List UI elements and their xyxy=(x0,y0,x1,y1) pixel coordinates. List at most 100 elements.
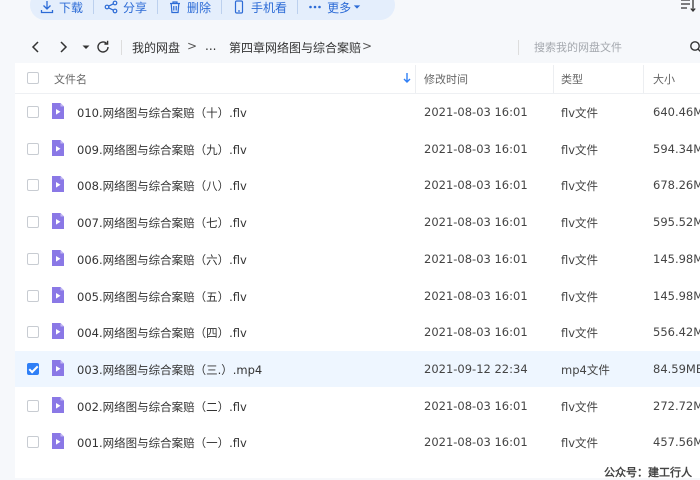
breadcrumb-current[interactable]: 第四章网络图与综合案赔 xyxy=(229,39,361,56)
video-file-icon xyxy=(52,139,64,156)
sort-descending-icon[interactable] xyxy=(402,72,412,84)
modified-time: 2021-08-03 16:01 xyxy=(424,251,528,266)
file-size: 272.72M xyxy=(653,398,700,413)
table-row[interactable]: 008.网络图与综合案赔（八）.flv 2021-08-03 16:01 flv文件… xyxy=(15,167,700,203)
row-checkbox[interactable] xyxy=(27,362,39,375)
column-header-modified[interactable]: 修改时间 xyxy=(424,71,468,87)
row-checkbox[interactable] xyxy=(27,289,39,302)
download-icon xyxy=(40,1,54,14)
video-file-icon xyxy=(52,103,64,119)
file-size: 457.56M xyxy=(653,435,700,450)
more-label: 更多 xyxy=(327,0,352,15)
modified-time: 2021-09-12 22:34 xyxy=(424,361,528,376)
file-name[interactable]: 008.网络图与综合案赔（八）.flv xyxy=(77,178,247,194)
file-size: 145.98M xyxy=(653,288,700,303)
column-header-name[interactable]: 文件名 xyxy=(54,71,87,87)
table-row[interactable]: 009.网络图与综合案赔（九）.flv 2021-08-03 16:01 flv文件… xyxy=(15,131,700,167)
file-size: 678.26M xyxy=(653,178,700,193)
row-checkbox[interactable] xyxy=(27,252,39,265)
back-icon[interactable] xyxy=(28,39,44,55)
modified-time: 2021-08-03 16:01 xyxy=(424,288,528,303)
share-button[interactable]: 分享 xyxy=(94,0,157,18)
phone-icon xyxy=(234,0,244,14)
file-name[interactable]: 001.网络图与综合案赔（一）.flv xyxy=(77,435,247,451)
row-checkbox[interactable] xyxy=(27,326,39,339)
modified-time: 2021-08-03 16:01 xyxy=(424,325,528,340)
file-type: flv文件 xyxy=(561,106,599,120)
modified-time: 2021-08-03 16:01 xyxy=(424,435,528,450)
nav-divider xyxy=(121,40,122,55)
table-row[interactable]: 002.网络图与综合案赔（二）.flv 2021-08-03 16:01 flv文件… xyxy=(15,388,700,424)
file-type: flv文件 xyxy=(561,436,599,451)
top-toolbar: 下载 分享 删除 手机看 更多 xyxy=(0,0,700,24)
breadcrumb-ellipsis[interactable]: ... xyxy=(205,39,216,53)
search-divider xyxy=(518,40,519,55)
modified-time: 2021-08-03 16:01 xyxy=(424,141,528,156)
table-row[interactable]: 007.网络图与综合案赔（七）.flv 2021-08-03 16:01 flv文件… xyxy=(15,204,700,240)
file-size: 556.42M xyxy=(653,325,700,340)
row-checkbox[interactable] xyxy=(27,106,39,118)
history-dropdown-icon[interactable] xyxy=(78,39,94,55)
video-file-icon xyxy=(52,176,64,193)
file-name[interactable]: 004.网络图与综合案赔（四）.flv xyxy=(77,325,247,341)
table-row[interactable]: 001.网络图与综合案赔（一）.flv 2021-08-03 16:01 flv文件… xyxy=(15,424,700,460)
refresh-icon[interactable] xyxy=(95,39,111,55)
file-size: 145.98M xyxy=(653,251,700,266)
row-checkbox[interactable] xyxy=(27,142,39,155)
table-row[interactable]: 003.网络图与综合案赔（三.）.mp4 2021-09-12 22:34 mp4文… xyxy=(15,350,700,387)
select-all-checkbox[interactable] xyxy=(27,72,39,84)
forward-icon[interactable] xyxy=(55,39,71,55)
row-checkbox[interactable] xyxy=(27,179,39,192)
breadcrumb-root[interactable]: 我的网盘 xyxy=(132,39,180,56)
row-checkbox[interactable] xyxy=(27,216,39,229)
modified-time: 2021-08-03 16:01 xyxy=(424,178,528,193)
file-name[interactable]: 005.网络图与综合案赔（五）.flv xyxy=(77,289,247,305)
table-row[interactable]: 004.网络图与综合案赔（四）.flv 2021-08-03 16:01 flv文件… xyxy=(15,314,700,350)
file-size: 594.34M xyxy=(653,141,700,156)
file-name[interactable]: 003.网络图与综合案赔（三.）.mp4 xyxy=(77,362,262,378)
file-name[interactable]: 006.网络图与综合案赔（六）.flv xyxy=(77,252,247,268)
column-divider[interactable] xyxy=(643,65,644,93)
table-row[interactable]: 005.网络图与综合案赔（五）.flv 2021-08-03 16:01 flv文件… xyxy=(15,278,700,314)
column-header-type[interactable]: 类型 xyxy=(561,71,583,87)
view-on-phone-button[interactable]: 手机看 xyxy=(222,0,297,18)
navigation-bar: 我的网盘 > ... 第四章网络图与综合案赔 > xyxy=(0,32,700,62)
breadcrumb-separator: > xyxy=(362,39,373,53)
column-divider[interactable] xyxy=(415,65,416,93)
file-name[interactable]: 002.网络图与综合案赔（二）.flv xyxy=(77,399,247,415)
delete-button[interactable]: 删除 xyxy=(158,0,221,18)
file-type: flv文件 xyxy=(561,142,599,157)
video-file-icon xyxy=(52,286,64,303)
search-icon[interactable] xyxy=(689,40,700,54)
column-header-size[interactable]: 大小 xyxy=(653,71,675,87)
file-type: flv文件 xyxy=(561,399,599,414)
table-row[interactable]: 010.网络图与综合案赔（十）.flv 2021-08-03 16:01 flv文件… xyxy=(15,94,700,130)
row-checkbox[interactable] xyxy=(27,399,39,412)
file-name[interactable]: 009.网络图与综合案赔（九）.flv xyxy=(77,142,247,158)
file-type: flv文件 xyxy=(561,289,599,304)
table-row[interactable]: 006.网络图与综合案赔（六）.flv 2021-08-03 16:01 flv文件… xyxy=(15,241,700,277)
more-button[interactable]: 更多 xyxy=(298,0,371,18)
download-button[interactable]: 下载 xyxy=(30,0,93,18)
column-divider[interactable] xyxy=(553,65,554,93)
file-type: flv文件 xyxy=(561,252,599,267)
search-input[interactable] xyxy=(530,36,688,58)
share-icon xyxy=(104,0,118,14)
file-size: 84.59MB xyxy=(653,361,700,376)
video-file-icon xyxy=(52,249,64,266)
more-icon xyxy=(309,5,321,9)
sort-menu-icon[interactable] xyxy=(680,0,696,14)
file-type: flv文件 xyxy=(561,179,599,194)
file-name[interactable]: 010.网络图与综合案赔（十）.flv xyxy=(77,105,247,121)
download-label: 下载 xyxy=(59,0,84,15)
file-name[interactable]: 007.网络图与综合案赔（七）.flv xyxy=(77,215,247,231)
delete-label: 删除 xyxy=(187,0,212,15)
video-file-icon xyxy=(52,433,64,450)
video-file-icon xyxy=(52,213,64,230)
file-list-panel: 文件名 修改时间 类型 大小 010.网络图与综合案赔（十）.flv 2021-0… xyxy=(15,63,700,478)
view-on-phone-label: 手机看 xyxy=(251,0,288,15)
video-file-icon xyxy=(52,323,64,340)
table-header: 文件名 修改时间 类型 大小 xyxy=(15,63,700,94)
row-checkbox[interactable] xyxy=(27,436,39,449)
file-type: flv文件 xyxy=(561,216,599,231)
